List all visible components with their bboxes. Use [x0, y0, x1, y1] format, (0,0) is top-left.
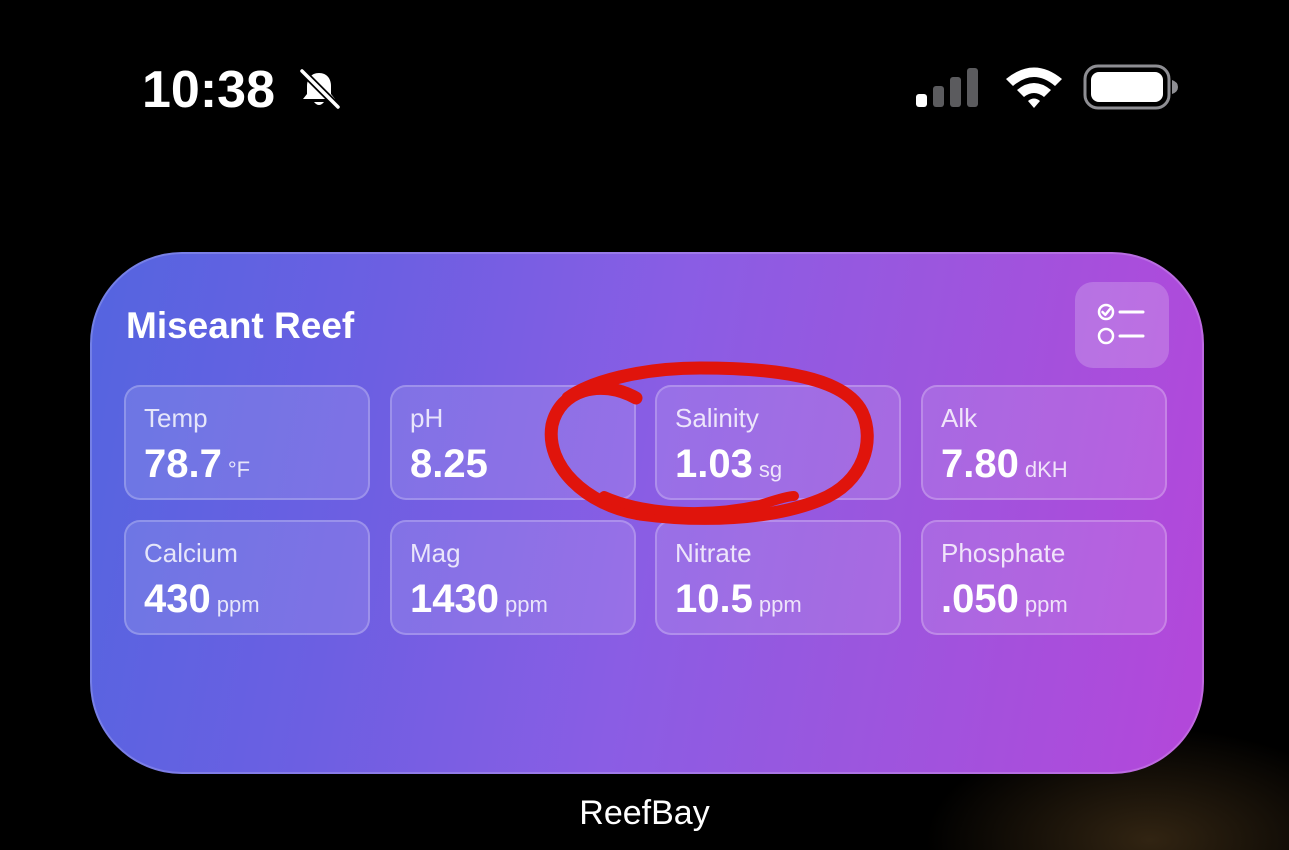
- tile-label: pH: [410, 403, 444, 433]
- tile-unit: ppm: [758, 592, 802, 617]
- checklist-icon: [1097, 303, 1145, 345]
- tile-label: Mag: [410, 538, 461, 568]
- app-label[interactable]: ReefBay: [0, 793, 1289, 833]
- tile-mag[interactable]: Mag 1430 ppm: [390, 520, 636, 635]
- tile-temp[interactable]: Temp 78.7 °F: [124, 385, 370, 500]
- tile-value: 10.5: [675, 577, 753, 621]
- tile-calcium[interactable]: Calcium 430 ppm: [124, 520, 370, 635]
- bell-slash-icon: [298, 67, 342, 111]
- reef-widget[interactable]: Miseant Reef Temp 78.7 °F pH 8.25 Salinit…: [90, 252, 1204, 774]
- tile-value: 8.25: [410, 442, 488, 486]
- tile-label: Phosphate: [941, 538, 1066, 568]
- tile-unit: ppm: [504, 592, 548, 617]
- home-screen: 10:38 Miseant Reef Temp 78.7 °F pH 8.25 …: [0, 0, 1289, 850]
- tile-phosphate[interactable]: Phosphate .050 ppm: [921, 520, 1167, 635]
- cellular-signal-icon: [916, 68, 978, 107]
- battery-icon: [1083, 64, 1178, 110]
- tile-unit: °F: [227, 457, 251, 482]
- tile-value: 1.03: [675, 442, 753, 486]
- tile-value: .050: [941, 577, 1019, 621]
- wifi-icon: [1006, 67, 1062, 108]
- tile-label: Salinity: [675, 403, 759, 433]
- widget-title: Miseant Reef: [126, 305, 355, 346]
- tile-unit: sg: [758, 457, 783, 482]
- tile-nitrate[interactable]: Nitrate 10.5 ppm: [655, 520, 901, 635]
- tile-unit: ppm: [1024, 592, 1068, 617]
- tile-label: Temp: [144, 403, 208, 433]
- tile-alk[interactable]: Alk 7.80 dKH: [921, 385, 1167, 500]
- tile-value: 430: [144, 577, 211, 621]
- tile-value: 1430: [410, 577, 499, 621]
- tile-value: 7.80: [941, 442, 1019, 486]
- tile-label: Nitrate: [675, 538, 752, 568]
- tile-salinity[interactable]: Salinity 1.03 sg: [655, 385, 901, 500]
- status-time: 10:38: [142, 61, 275, 119]
- tile-value: 78.7: [144, 442, 222, 486]
- tile-label: Calcium: [144, 538, 238, 568]
- tile-unit: ppm: [216, 592, 260, 617]
- checklist-button[interactable]: [1075, 282, 1169, 368]
- tile-unit: dKH: [1024, 457, 1068, 482]
- tile-label: Alk: [941, 403, 978, 433]
- tile-ph[interactable]: pH 8.25: [390, 385, 636, 500]
